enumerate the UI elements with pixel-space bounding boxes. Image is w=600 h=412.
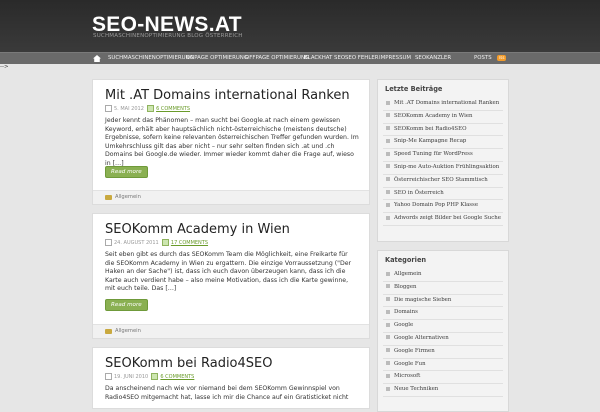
post-comments-link[interactable]: 6 COMMENTS [156,106,190,112]
bullet-icon [386,177,390,182]
post-card: SEOKomm Academy in Wien 24. AUGUST 2011 … [92,213,370,339]
folder-icon [105,329,112,334]
bullet-icon [386,151,390,156]
recent-posts-widget: Letzte Beiträge Mit .AT Domains internat… [377,79,509,242]
main-nav: SUCHMASCHINENOPTIMIERUNG ONPAGE OPTIMIER… [0,52,600,64]
nav-item-blackhat[interactable]: BLACKHAT SEO [304,54,345,63]
category-item[interactable]: Bloggen [383,282,503,295]
category-item[interactable]: Google Alternativen [383,333,503,346]
nav-item-offpage[interactable]: OFFPAGE OPTIMIERUNG [245,54,309,63]
comment-icon [161,239,169,246]
post-title[interactable]: Mit .AT Domains international Ranken [105,88,350,103]
site-tagline: SUCHMASCHINENOPTIMIERUNG BLOG ÖSTERREICH [93,33,243,39]
recent-post-item[interactable]: Snip-me Auto-Auktion Frühlingsaktion [383,162,503,175]
home-icon[interactable] [93,55,101,62]
post-category[interactable]: Allgemein [115,194,141,200]
bullet-icon [386,361,390,366]
recent-post-item[interactable]: SEOKomm bei Radio4SEO [383,124,503,137]
post-category[interactable]: Allgemein [115,328,141,334]
nav-item-onpage[interactable]: ONPAGE OPTIMIERUNG [186,54,248,63]
category-item[interactable]: Microsoft [383,371,503,385]
category-item[interactable]: Allgemein [383,269,503,282]
recent-posts-list: Mit .AT Domains international Ranken SEO… [383,98,503,226]
recent-post-item[interactable]: Yahoo Domain Pop PHP Klasse [383,200,503,214]
calendar-icon [105,105,112,112]
categories-widget: Kategorien Allgemein Bloggen Die magisch… [377,250,509,412]
post-excerpt: Jeder kennt das Phänomen – man sucht bei… [105,117,359,167]
rss-icon[interactable]: rss [497,55,506,61]
read-more-button[interactable]: Read more [105,166,148,178]
post-card: Mit .AT Domains international Ranken 5. … [92,79,370,205]
categories-title: Kategorien [385,256,427,264]
comment-icon [147,105,155,112]
post-footer: Allgemein [93,190,369,204]
bullet-icon [386,309,390,314]
bullet-icon [386,126,390,131]
post-comments-link[interactable]: 6 COMMENTS [160,374,194,380]
category-item[interactable]: Google Fun [383,359,503,372]
bullet-icon [386,373,390,378]
bullet-icon [386,202,390,207]
nav-item-seo-fehler[interactable]: SEO FEHLER [345,54,379,63]
nav-item-suchmaschinenoptimierung[interactable]: SUCHMASCHINENOPTIMIERUNG [108,54,194,63]
post-excerpt: Seit eben gibt es durch das SEOKomm Team… [105,251,352,293]
category-item[interactable]: Neue Techniken [383,384,503,397]
category-item[interactable]: Domains [383,307,503,321]
bullet-icon [386,386,390,391]
recent-post-item[interactable]: SEOKomm Academy in Wien [383,111,503,124]
post-meta: 24. AUGUST 2011 17 COMMENTS [105,239,208,246]
post-title[interactable]: SEOKomm Academy in Wien [105,222,290,237]
bullet-icon [386,190,390,195]
recent-post-item[interactable]: Adwords zeigt Bilder bei Google Suche [383,213,503,226]
category-item[interactable]: Google Firmen [383,346,503,359]
bullet-icon [386,113,390,118]
bullet-icon [386,100,390,105]
recent-post-item[interactable]: Österreichischer SEO Stammtisch [383,175,503,188]
post-title[interactable]: SEOKomm bei Radio4SEO [105,356,272,371]
calendar-icon [105,239,112,246]
category-item[interactable]: Die magische Sieben [383,295,503,308]
comment-icon [151,373,159,380]
categories-list: Allgemein Bloggen Die magische Sieben Do… [383,269,503,397]
bullet-icon [386,297,390,302]
bullet-icon [386,322,390,327]
recent-posts-title: Letzte Beiträge [385,85,443,93]
post-date: 24. AUGUST 2011 [114,240,159,246]
read-more-button[interactable]: Read more [105,299,148,311]
bullet-icon [386,335,390,340]
site-header: SEO-NEWS.AT SUCHMASCHINENOPTIMIERUNG BLO… [0,0,600,52]
post-date: 19. JUNI 2010 [114,374,149,380]
post-date: 5. MAI 2012 [114,106,144,112]
bullet-icon [386,348,390,353]
nav-item-seokanzler[interactable]: SEOKANZLER [415,54,451,63]
bullet-icon [386,215,390,220]
category-item[interactable]: Google [383,320,503,333]
post-meta: 5. MAI 2012 6 COMMENTS [105,105,190,112]
folder-icon [105,195,112,200]
recent-post-item[interactable]: Mit .AT Domains international Ranken [383,98,503,111]
post-meta: 19. JUNI 2010 6 COMMENTS [105,373,194,380]
nav-item-impressum[interactable]: IMPRESSUM [379,54,411,63]
post-footer: Allgemein [93,324,369,338]
recent-post-item[interactable]: SEO in Österreich [383,188,503,201]
bullet-icon [386,138,390,143]
post-comments-link[interactable]: 17 COMMENTS [171,240,208,246]
recent-post-item[interactable]: Snip-Me Kampagne Recap [383,136,503,150]
recent-post-item[interactable]: Speed Tuning für WordPress [383,149,503,162]
bullet-icon [386,164,390,169]
bullet-icon [386,271,390,276]
stray-comment-text: --> [0,64,9,70]
bullet-icon [386,284,390,289]
nav-item-posts[interactable]: POSTS [474,54,492,63]
calendar-icon [105,373,112,380]
